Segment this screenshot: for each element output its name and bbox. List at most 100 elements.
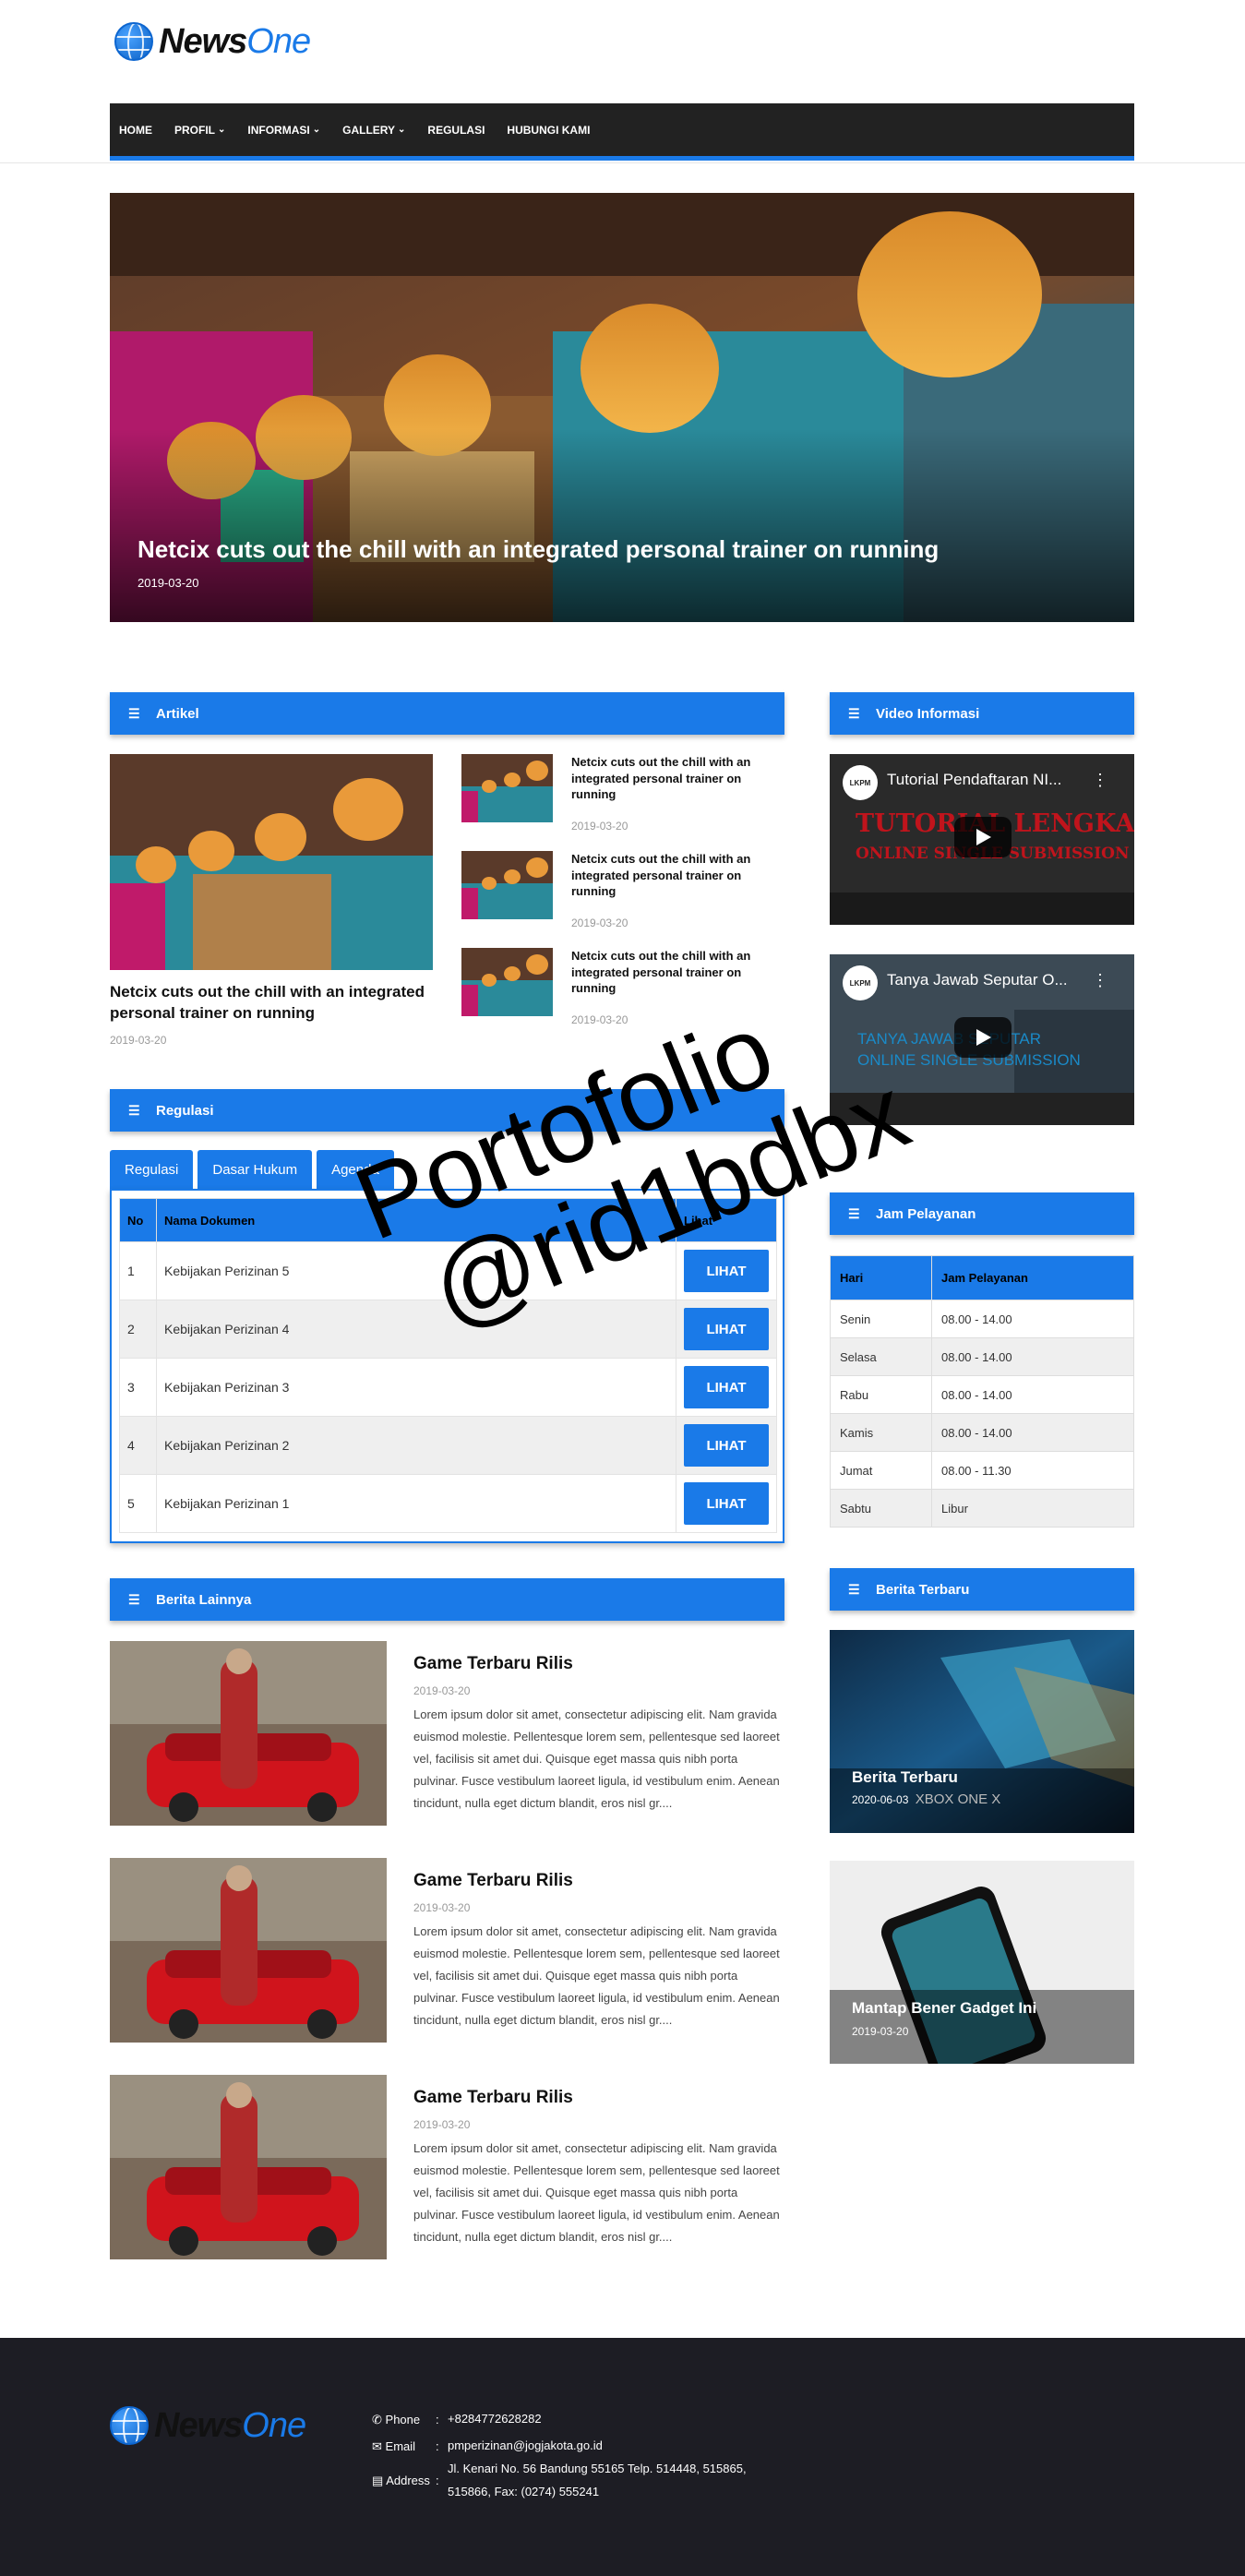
lihat-button[interactable]: LIHAT [684,1482,769,1525]
berita-title[interactable]: Game Terbaru Rilis [413,1654,573,1674]
date-text: 2020-06-03 [852,1793,909,1806]
header-divider [0,162,1245,163]
header-logo[interactable]: NewsOne [114,22,311,61]
artikel-list-date: 2019-03-20 [571,820,628,833]
footer: NewsOne ✆ Phone : +8284772628282 ✉ Email… [0,2338,1245,2576]
video-title: Tutorial Pendaftaran NI... [887,771,1062,788]
nav-profil[interactable]: PROFIL ⌄ [174,124,225,137]
table-header-row: Hari Jam Pelayanan [830,1255,1134,1300]
artikel-main-title[interactable]: Netcix cuts out the chill with an integr… [110,982,433,1024]
lihat-button[interactable]: LIHAT [684,1308,769,1350]
nav-hubungi-kami[interactable]: HUBUNGI KAMI [507,124,590,137]
chevron-down-icon: ⌄ [218,125,226,135]
list-icon: ☰ [848,1205,860,1221]
berita-excerpt: Lorem ipsum dolor sit amet, consectetur … [413,1924,780,2027]
globe-icon [110,2406,149,2445]
document-name: Kebijakan Perizinan 3 [156,1358,676,1417]
artikel-thumbnail [461,754,553,822]
row-number: 2 [119,1300,157,1359]
more-vertical-icon[interactable]: ⋮ [1092,771,1108,790]
berita-terbaru-date: 2020-06-03 XBOX ONE X [852,1791,1000,1807]
play-icon[interactable] [954,817,1012,857]
document-name: Kebijakan Perizinan 4 [156,1300,676,1359]
artikel-heading: ☰ Artikel [110,692,784,735]
berita-date: 2019-03-20 [413,1684,471,1697]
day-cell: Jumat [830,1451,932,1490]
footer-phone: +8284772628282 [448,2412,542,2426]
artikel-list-date: 2019-03-20 [571,1013,628,1026]
nav-regulasi[interactable]: REGULASI [427,124,485,137]
artikel-list-title[interactable]: Netcix cuts out the chill with an integr… [571,754,770,803]
row-number: 1 [119,1241,157,1300]
table-row: 5 Kebijakan Perizinan 1 LIHAT [119,1474,777,1533]
nav-home[interactable]: HOME [119,124,152,137]
tab-dasar-hukum[interactable]: Dasar Hukum [198,1150,313,1189]
artikel-main-image[interactable] [110,754,433,970]
globe-icon [114,22,153,61]
artikel-list-title[interactable]: Netcix cuts out the chill with an integr… [571,851,770,900]
berita-date: 2019-03-20 [413,2118,471,2131]
list-icon: ☰ [128,1102,140,1118]
berita-terbaru-card-2[interactable]: Mantap Bener Gadget Ini 2019-03-20 [830,1861,1134,2064]
artikel-list-date: 2019-03-20 [571,917,628,929]
table-row: 4 Kebijakan Perizinan 2 LIHAT [119,1416,777,1475]
hours-cell: 08.00 - 11.30 [931,1451,1134,1490]
artikel-thumb-2[interactable] [461,851,553,919]
video-player-2[interactable]: TANYA JAWAB SEPUTAR ONLINE SINGLE SUBMIS… [830,954,1134,1125]
artikel-list-title[interactable]: Netcix cuts out the chill with an integr… [571,948,770,997]
tab-regulasi[interactable]: Regulasi [110,1150,194,1189]
column-header: No [119,1198,157,1242]
table-row: Kamis 08.00 - 14.00 [830,1413,1134,1452]
hero-title[interactable]: Netcix cuts out the chill with an integr… [138,535,939,564]
artikel-main-thumbnail [110,754,433,970]
artikel-thumb-3[interactable] [461,948,553,1016]
footer-address-line1: Jl. Kenari No. 56 Bandung 55165 Telp. 51… [448,2462,747,2475]
channel-logo: LKPM [843,765,878,800]
artikel-thumb-1[interactable] [461,754,553,822]
lihat-button[interactable]: LIHAT [684,1250,769,1292]
separator: : [436,2413,439,2426]
berita-title[interactable]: Game Terbaru Rilis [413,2088,573,2108]
separator: : [436,2439,439,2453]
hours-cell: 08.00 - 14.00 [931,1413,1134,1452]
table-row: 1 Kebijakan Perizinan 5 LIHAT [119,1241,777,1300]
hero-date: 2019-03-20 [138,576,199,590]
logo-part1: News [154,2406,243,2445]
berita-terbaru-card-1[interactable]: Berita Terbaru 2020-06-03 XBOX ONE X [830,1630,1134,1833]
lihat-button[interactable]: LIHAT [684,1366,769,1408]
regulasi-table-box: No Nama Dokumen Lihat 1 Kebijakan Perizin… [110,1189,784,1543]
table-row: Jumat 08.00 - 11.30 [830,1451,1134,1490]
logo-part2: One [246,22,311,61]
video-heading: ☰ Video Informasi [830,692,1134,735]
berita-excerpt: Lorem ipsum dolor sit amet, consectetur … [413,1707,780,1810]
video-player-1[interactable]: TUTORIAL LENGKAP ONLINE SINGLE SUBMISSIO… [830,754,1134,925]
nav-informasi[interactable]: INFORMASI ⌄ [247,124,320,137]
berita-title[interactable]: Game Terbaru Rilis [413,1871,573,1891]
hours-cell: 08.00 - 14.00 [931,1375,1134,1414]
berita-lainnya-image[interactable] [110,2075,387,2259]
column-header: Hari [830,1255,932,1300]
berita-lainnya-heading: ☰ Berita Lainnya [110,1578,784,1621]
more-vertical-icon[interactable]: ⋮ [1092,971,1108,990]
hero-slide[interactable]: Netcix cuts out the chill with an integr… [110,193,1134,622]
list-icon: ☰ [128,705,140,721]
footer-email[interactable]: pmperizinan@jogjakota.go.id [448,2435,603,2457]
column-header: Lihat [676,1198,777,1242]
document-name: Kebijakan Perizinan 2 [156,1416,676,1475]
footer-address-line2: 515866, Fax: (0274) 555241 [448,2485,600,2498]
berita-lainnya-image[interactable] [110,1858,387,2043]
day-cell: Selasa [830,1337,932,1376]
berita-lainnya-image[interactable] [110,1641,387,1826]
play-icon[interactable] [954,1017,1012,1058]
nav-gallery[interactable]: GALLERY ⌄ [342,124,405,137]
row-number: 5 [119,1474,157,1533]
list-icon: ☰ [848,705,860,721]
lihat-button[interactable]: LIHAT [684,1424,769,1467]
table-row: 3 Kebijakan Perizinan 3 LIHAT [119,1358,777,1417]
berita-terbaru-title: Mantap Bener Gadget Ini [852,1999,1037,2017]
berita-excerpt: Lorem ipsum dolor sit amet, consectetur … [413,2141,780,2244]
tab-agenda[interactable]: Agenda [317,1150,394,1189]
footer-logo[interactable]: NewsOne [110,2406,306,2445]
car-thumbnail [110,1641,387,1826]
document-name: Kebijakan Perizinan 1 [156,1474,676,1533]
